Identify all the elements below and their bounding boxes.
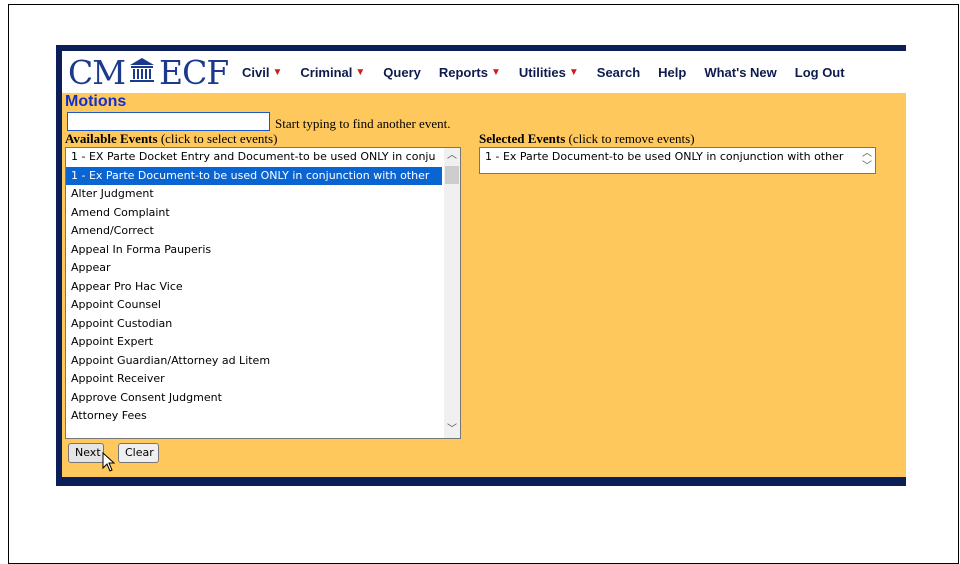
menu-label: Help (658, 64, 687, 80)
list-item[interactable]: Appoint Expert (66, 333, 442, 352)
menu-utilities[interactable]: Utilities ▼ (510, 65, 588, 80)
list-scrollbar[interactable]: ︿ ﹀ (444, 148, 460, 438)
menu-whats-new[interactable]: What's New (695, 65, 785, 80)
courthouse-icon (128, 52, 156, 91)
chevron-up-icon[interactable]: ︿ (444, 148, 460, 164)
list-item-selected[interactable]: 1 - Ex Parte Document-to be used ONLY in… (66, 166, 442, 185)
heading-bold: Selected Events (479, 131, 566, 146)
menu-log-out[interactable]: Log Out (786, 65, 854, 80)
heading-bold: Available Events (65, 131, 158, 146)
menu-help[interactable]: Help (649, 65, 695, 80)
list-item[interactable]: 1 - Ex Parte Document-to be used ONLY in… (480, 148, 857, 167)
list-item[interactable]: Alter Judgment (66, 185, 442, 204)
list-item[interactable]: Appoint Guardian/Attorney ad Litem (66, 352, 442, 371)
clear-button[interactable]: Clear (118, 443, 159, 463)
event-search-input[interactable] (67, 112, 270, 131)
chevron-down-icon: ▼ (491, 66, 501, 78)
selected-events-heading: Selected Events (click to remove events) (479, 131, 695, 147)
cmecf-app: CM ECF Civil ▼ Criminal ▼ Query Reports ▼ (56, 45, 906, 486)
list-item[interactable]: Appear Pro Hac Vice (66, 278, 442, 297)
menu-reports[interactable]: Reports ▼ (430, 65, 510, 80)
chevron-down-icon[interactable]: ﹀ (859, 161, 875, 173)
chevron-down-icon: ▼ (355, 66, 366, 78)
list-item[interactable]: Attorney Fees (66, 407, 442, 426)
motions-panel: Motions Start typing to find another eve… (62, 93, 906, 477)
menu-query[interactable]: Query (374, 65, 430, 80)
menu-label: Criminal (300, 64, 353, 80)
menu-search[interactable]: Search (588, 65, 649, 80)
list-item[interactable]: Appear (66, 259, 442, 278)
selected-events-list[interactable]: 1 - Ex Parte Document-to be used ONLY in… (479, 147, 876, 174)
chevron-down-icon: ▼ (568, 66, 579, 78)
menu-label: Civil (242, 64, 270, 80)
list-item[interactable]: 1 - EX Parte Docket Entry and Document-t… (66, 148, 442, 167)
chevron-down-icon: ▼ (272, 66, 283, 78)
main-menu: Civil ▼ Criminal ▼ Query Reports ▼ Utilitie… (233, 51, 854, 93)
top-navbar: CM ECF Civil ▼ Criminal ▼ Query Reports ▼ (62, 51, 906, 93)
logo-cm: CM (68, 52, 126, 92)
menu-label: Search (596, 64, 641, 80)
scroll-thumb[interactable] (445, 166, 459, 184)
menu-label: Query (383, 64, 421, 80)
menu-civil[interactable]: Civil ▼ (233, 65, 291, 80)
list-item[interactable]: Appeal In Forma Pauperis (66, 241, 442, 260)
heading-rest: (click to remove events) (565, 131, 695, 146)
list-scrollbar[interactable]: ︿ ﹀ (859, 148, 875, 173)
page-title: Motions (65, 93, 127, 110)
list-item[interactable]: Appoint Counsel (66, 296, 442, 315)
list-item[interactable]: Amend/Correct (66, 222, 442, 241)
menu-label: Reports (438, 64, 488, 80)
menu-criminal[interactable]: Criminal ▼ (291, 65, 374, 80)
logo-ecf: ECF (159, 52, 229, 92)
menu-label: Log Out (794, 64, 845, 80)
available-events-list[interactable]: 1 - EX Parte Docket Entry and Document-t… (65, 147, 461, 439)
cmecf-logo[interactable]: CM ECF (68, 52, 229, 92)
list-item[interactable]: Amend Complaint (66, 204, 442, 223)
chevron-up-icon[interactable]: ︿ (859, 148, 875, 160)
menu-label: Utilities (518, 64, 566, 80)
menu-label: What's New (704, 64, 777, 80)
heading-rest: (click to select events) (157, 131, 278, 146)
available-events-heading: Available Events (click to select events… (65, 131, 277, 147)
list-item[interactable]: Appoint Custodian (66, 315, 442, 334)
list-item[interactable]: Appoint Receiver (66, 370, 442, 389)
next-button[interactable]: Next (68, 443, 104, 463)
list-item[interactable]: Approve Consent Judgment (66, 389, 442, 408)
search-hint: Start typing to find another event. (275, 116, 451, 131)
chevron-down-icon[interactable]: ﹀ (444, 422, 460, 438)
